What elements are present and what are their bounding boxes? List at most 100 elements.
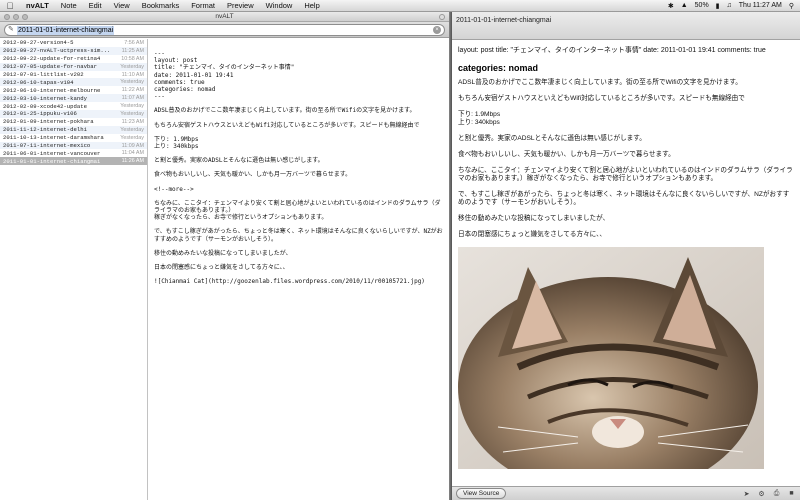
- editor-blank-line: [154, 243, 444, 250]
- status-area: ✱ ▲ 50% ▮ ♫ Thu 11:27 AM ⚲: [668, 2, 800, 10]
- editor-blank-line: [154, 271, 444, 278]
- wifi-icon[interactable]: ▲: [681, 2, 688, 9]
- note-date: Yesterday: [120, 63, 144, 70]
- editor-line: 移住の動めみたいな投稿になってしまいましたが、: [154, 249, 292, 257]
- note-date: Yesterday: [120, 110, 144, 117]
- note-list-row[interactable]: 2012-09-27-nvALT-uctpress-sim... 11:25 AM: [0, 46, 147, 55]
- note-title: 2012-02-09-xcode42-update: [3, 102, 87, 110]
- editor-blank-line: [154, 193, 444, 200]
- note-list-row[interactable]: 2012-06-10-tapas-v104 Yesterday: [0, 78, 147, 87]
- note-list-row[interactable]: 2011-07-11-internet-mexico 11:09 AM: [0, 141, 147, 150]
- menu-note[interactable]: Note: [55, 1, 83, 10]
- spotlight-search-icon[interactable]: ⚲: [789, 2, 794, 10]
- desktop-screen:  nvALT Note Edit View Bookmarks Format …: [0, 0, 800, 500]
- preview-tools: ➤ ⚙ ⎙ ■: [742, 490, 796, 498]
- lock-icon[interactable]: ■: [787, 490, 796, 498]
- editor-line: title: "チェンマイ、タイのインターネット事情": [154, 64, 295, 72]
- battery-percent[interactable]: 50%: [695, 2, 709, 9]
- note-list-row[interactable]: 2012-07-05-update-for-navbar Yesterday: [0, 62, 147, 71]
- note-list-row[interactable]: 2011-11-12-internet-delhi Yesterday: [0, 125, 147, 134]
- note-date: Yesterday: [120, 134, 144, 141]
- note-date: Yesterday: [120, 79, 144, 86]
- preview-paragraph: もちろん安宿ゲストハウスといえどもWifi対応しているところが多いです。スピード…: [458, 95, 745, 102]
- note-title: 2011-01-01-internet-chiangmai: [3, 157, 101, 165]
- bluetooth-icon[interactable]: ✱: [668, 2, 674, 10]
- minimize-window-icon[interactable]: [13, 14, 19, 20]
- menu-window[interactable]: Window: [260, 1, 299, 10]
- editor-line: comments: true: [154, 78, 205, 86]
- note-list-row[interactable]: 2012-01-09-internet-pokhara 11:23 AM: [0, 118, 147, 126]
- menu-format[interactable]: Format: [185, 1, 221, 10]
- preview-paragraph: ちなみに、ここタイ：チェンマイより安くて割と居心地がよいといわれているのはインド…: [458, 167, 793, 182]
- menu-bookmarks[interactable]: Bookmarks: [136, 1, 186, 10]
- editor-line: date: 2011-01-01 19:41: [154, 71, 234, 79]
- pencil-icon: ✎: [8, 26, 14, 33]
- note-list-row[interactable]: 2012-09-22-update-for-retina4 10:58 AM: [0, 55, 147, 63]
- preview-title: 2011-01-01-internet-chiangmai: [456, 17, 552, 24]
- preview-paragraph: ADSL普及のおかげでここ数年凄まじく向上しています。街の至る所でWifiの文字…: [458, 79, 742, 86]
- window-title: nvALT: [215, 13, 234, 20]
- preview-paragraph: 移住の動めみたいな投稿になってしまいましたが、: [458, 215, 610, 222]
- preview-paragraph: 下り: 1.9Mbps 上り: 340kbps: [458, 111, 501, 126]
- pin-icon[interactable]: ➤: [742, 490, 751, 498]
- note-title: 2012-03-10-internet-kandy: [3, 94, 87, 102]
- note-date: 11:07 AM: [121, 95, 144, 102]
- clear-search-icon[interactable]: ×: [433, 26, 441, 34]
- menu-app-name[interactable]: nvALT: [20, 1, 55, 10]
- editor-blank-line: [154, 129, 444, 136]
- preview-paragraph: 日本の閉塞感にちょっと嫌気をさしてる方々に、、: [458, 231, 606, 238]
- note-date: Yesterday: [120, 103, 144, 110]
- battery-icon[interactable]: ▮: [716, 2, 720, 10]
- volume-icon[interactable]: ♫: [727, 2, 732, 9]
- search-input[interactable]: ✎ 2011-01-01-internet-chiangmai ×: [4, 24, 445, 36]
- note-list-row[interactable]: 2012-02-09-xcode42-update Yesterday: [0, 102, 147, 110]
- preview-paragraph: と割と優秀。実家のADSLとそんなに遜色は無い感じがします。: [458, 135, 646, 142]
- note-list-row[interactable]: 2012-06-10-internet-melbourne 11:22 AM: [0, 86, 147, 94]
- note-list-row[interactable]: 2012-07-01-littlist-v202 11:10 AM: [0, 71, 147, 79]
- note-date: 11:25 AM: [121, 47, 144, 54]
- note-date: 11:09 AM: [121, 142, 144, 149]
- note-list-row[interactable]: 2012-01-25-ippuku-v106 Yesterday: [0, 110, 147, 118]
- note-list-row[interactable]: 2011-10-13-internet-daramshara Yesterday: [0, 134, 147, 142]
- editor-line: 下り: 1.9Mbps: [154, 135, 199, 143]
- note-date: 11:23 AM: [121, 118, 144, 125]
- menu-preview[interactable]: Preview: [221, 1, 260, 10]
- note-title: 2012-01-25-ippuku-v106: [3, 110, 77, 118]
- note-list-row[interactable]: 2011-01-01-internet-chiangmai 11:26 AM: [0, 157, 147, 166]
- note-list: 2012-09-27-version4-5 7:56 AM 2012-09-27-n…: [0, 39, 148, 500]
- print-icon[interactable]: ⎙: [772, 490, 781, 498]
- share-icon[interactable]: ⚙: [757, 490, 766, 498]
- preview-content: layout: post title: "チェンマイ、タイのインターネット事情"…: [452, 40, 800, 485]
- menu-help[interactable]: Help: [298, 1, 325, 10]
- toolbar-toggle-icon[interactable]: [439, 14, 445, 20]
- note-list-row[interactable]: 2011-06-01-internet-vancouver 11:04 AM: [0, 149, 147, 157]
- apple-menu-icon[interactable]: : [0, 1, 20, 11]
- close-window-icon[interactable]: [4, 14, 10, 20]
- menu-view[interactable]: View: [108, 1, 136, 10]
- note-title: 2011-06-01-internet-vancouver: [3, 149, 101, 157]
- menu-clock[interactable]: Thu 11:27 AM: [739, 2, 782, 9]
- search-bar: ✎ 2011-01-01-internet-chiangmai ×: [0, 22, 449, 38]
- note-list-row[interactable]: 2012-09-27-version4-5 7:56 AM: [0, 39, 147, 47]
- preview-footer: View Source ➤ ⚙ ⎙ ■: [452, 486, 800, 500]
- editor-line: 食べ物もおいしいし、天気も暖かい、しかも月一万バーツで暮らせます。: [154, 171, 352, 179]
- editor-blank-line: [154, 115, 444, 122]
- menu-edit[interactable]: Edit: [83, 1, 108, 10]
- note-date: Yesterday: [120, 126, 144, 133]
- editor-line: ADSL普及のおかげでここ数年凄まじく向上しています。街の至る所でWifiの文字…: [154, 107, 416, 115]
- editor-line: categories: nomad: [154, 86, 216, 94]
- window-controls: [4, 14, 28, 20]
- search-input-value[interactable]: 2011-01-01-internet-chiangmai: [17, 25, 115, 35]
- preview-front-matter: layout: post title: "チェンマイ、タイのインターネット事情"…: [458, 47, 766, 54]
- editor-line: <!--more-->: [154, 185, 194, 193]
- note-title: 2011-10-13-internet-daramshara: [3, 134, 104, 142]
- editor-line: ---: [154, 50, 165, 57]
- preview-paragraph: 食べ物もおいしいし、天気も暖かい、しかも月一万バーツで暮らせます。: [458, 151, 675, 158]
- note-date: 11:22 AM: [121, 87, 144, 94]
- editor-blank-line: [154, 179, 444, 186]
- note-title: 2011-07-11-internet-mexico: [3, 142, 91, 150]
- note-editor[interactable]: --- layout: post title: "チェンマイ、タイのインターネット事…: [149, 39, 449, 500]
- zoom-window-icon[interactable]: [22, 14, 28, 20]
- view-source-button[interactable]: View Source: [456, 488, 507, 499]
- note-list-row[interactable]: 2012-03-10-internet-kandy 11:07 AM: [0, 94, 147, 103]
